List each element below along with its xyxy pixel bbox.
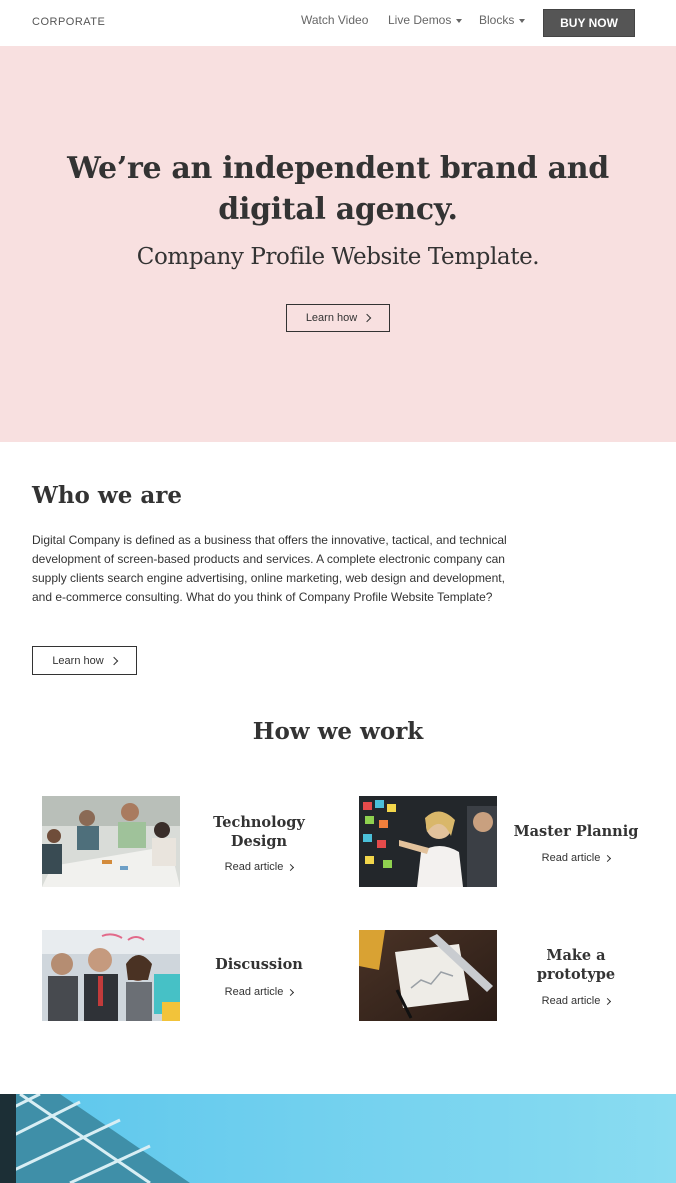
hero-subtitle: Company Profile Website Template. (136, 244, 540, 270)
card-title-line2: Design (230, 833, 288, 850)
read-article-label: Read article (224, 986, 284, 998)
who-we-are-title: Who we are (32, 482, 182, 509)
nav-blocks[interactable]: Blocks (479, 13, 526, 27)
read-article-link[interactable]: Read article (507, 852, 645, 864)
card-title-line1: Make a (546, 947, 606, 964)
read-article-label: Read article (224, 861, 284, 873)
how-we-work-title: How we work (252, 718, 424, 745)
hero-title-line2: digital agency. (218, 192, 458, 227)
read-article-label: Read article (541, 852, 601, 864)
chevron-right-icon (362, 313, 372, 323)
read-article-link[interactable]: Read article (507, 995, 645, 1007)
hero-learn-how-label: Learn how (305, 312, 358, 324)
nav-blocks-label: Blocks (479, 13, 515, 27)
nav-live-demos[interactable]: Live Demos (388, 13, 463, 27)
buy-now-button[interactable]: BUY NOW (543, 9, 635, 37)
caret-down-icon (519, 18, 526, 23)
nav-watch-video[interactable]: Watch Video (301, 13, 368, 27)
hero-title: We’re an independent brand and digital a… (0, 148, 676, 230)
card-title-prototype[interactable]: Make a prototype (507, 946, 645, 984)
card-image-prototype[interactable] (359, 930, 497, 1021)
hero-section: We’re an independent brand and digital a… (0, 46, 676, 442)
navbar: CORPORATE Watch Video Live Demos Blocks … (0, 0, 676, 46)
chevron-right-icon (287, 863, 295, 871)
caret-down-icon (456, 18, 463, 23)
chevron-right-icon (604, 854, 612, 862)
hero-learn-how-button[interactable]: Learn how (286, 304, 390, 332)
card-title-master-planning[interactable]: Master Plannig (507, 822, 645, 841)
card-title-line1: Master Plannig (513, 823, 639, 840)
brand-logo[interactable]: CORPORATE (32, 16, 105, 28)
who-learn-how-button[interactable]: Learn how (32, 646, 137, 675)
chevron-right-icon (287, 988, 295, 996)
read-article-link[interactable]: Read article (190, 861, 328, 873)
card-image-technology-design[interactable] (42, 796, 180, 887)
card-title-line1: Technology (213, 814, 305, 831)
nav-watch-video-label: Watch Video (301, 13, 369, 27)
hero-title-line1: We’re an independent brand and (67, 151, 609, 186)
chevron-right-icon (109, 656, 118, 665)
read-article-label: Read article (541, 995, 601, 1007)
card-title-discussion[interactable]: Discussion (190, 955, 328, 974)
card-image-master-planning[interactable] (359, 796, 497, 887)
who-we-are-text: Digital Company is defined as a business… (32, 533, 507, 604)
bottom-banner-image (0, 1094, 676, 1183)
card-title-line1: Discussion (215, 956, 303, 973)
card-title-line2: prototype (536, 966, 616, 983)
card-title-technology-design[interactable]: Technology Design (190, 813, 328, 851)
card-image-discussion[interactable] (42, 930, 180, 1021)
chevron-right-icon (604, 997, 612, 1005)
read-article-link[interactable]: Read article (190, 986, 328, 998)
nav-live-demos-label: Live Demos (388, 13, 452, 27)
who-learn-how-label: Learn how (52, 654, 104, 667)
